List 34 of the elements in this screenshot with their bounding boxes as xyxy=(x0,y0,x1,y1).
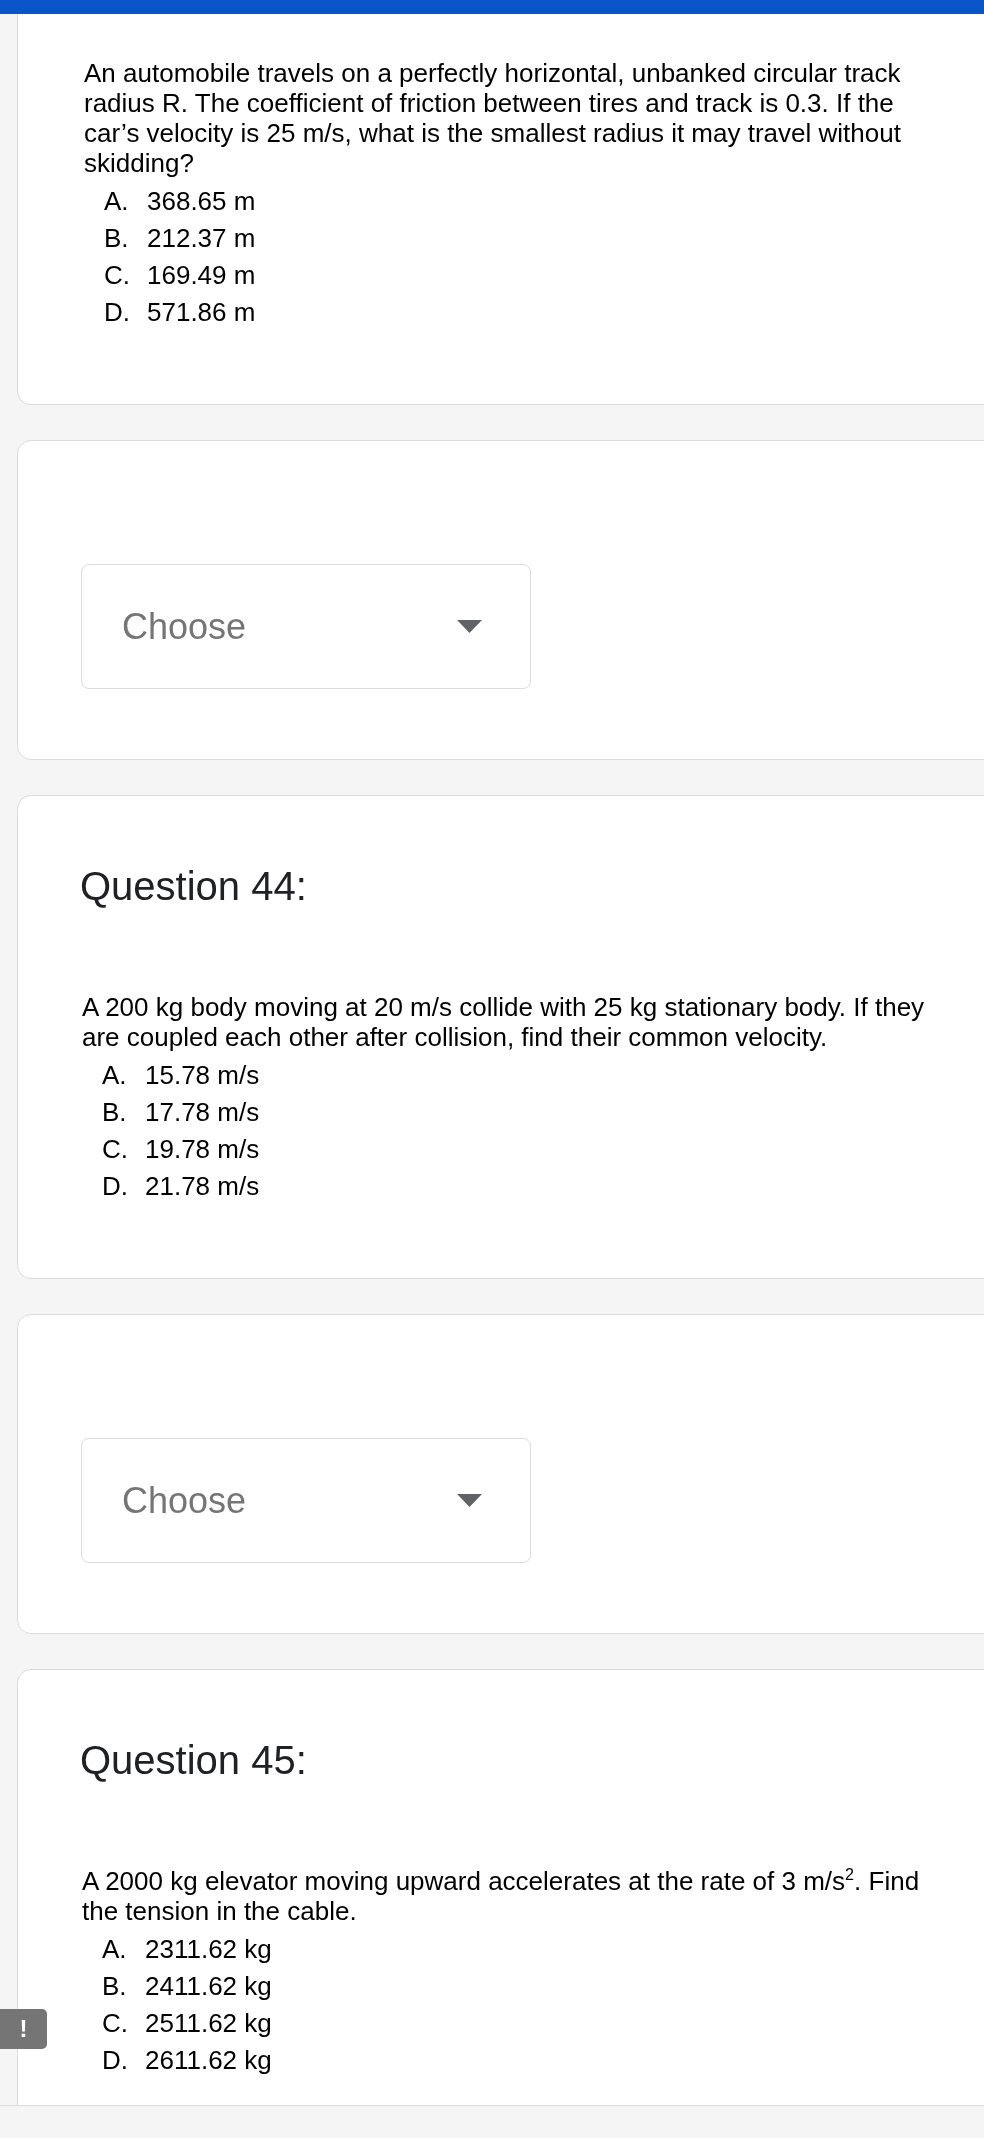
feedback-button[interactable]: ! xyxy=(0,2009,47,2049)
option-letter: C. xyxy=(102,1133,129,1164)
option-letter: B. xyxy=(102,1096,128,1127)
option-letter: C. xyxy=(104,259,131,290)
caret-icon xyxy=(457,620,482,633)
question-text: A 2000 kg elevator moving upward accelerates at the rate of 3 m/s$^{2}$. Find the tension in the cable. xyxy=(82,1866,921,1926)
option-text: 2611.62 kg xyxy=(145,2044,272,2075)
option-letter: D. xyxy=(102,1170,129,1201)
option-text: 368.65 m xyxy=(147,185,256,216)
answer-dropdown[interactable]: Choose xyxy=(81,1438,531,1563)
option-text: 212.37 m xyxy=(147,222,256,253)
option-letter: D. xyxy=(102,2044,129,2075)
answer-dropdown[interactable]: Choose xyxy=(81,564,531,689)
question-heading: Question 44: xyxy=(80,863,308,910)
option-text: 19.78 m/s xyxy=(145,1133,260,1164)
option-text: 15.78 m/s xyxy=(145,1059,260,1090)
option-text: 21.78 m/s xyxy=(145,1170,260,1201)
option-text: 2511.62 kg xyxy=(145,2007,272,2038)
option-text: 2411.62 kg xyxy=(145,1970,272,2001)
option-letter: C. xyxy=(102,2007,129,2038)
option-letter: A. xyxy=(102,1059,128,1090)
option-letter: A. xyxy=(102,1933,128,1964)
option-text: 17.78 m/s xyxy=(145,1096,260,1127)
option-letter: A. xyxy=(104,185,130,216)
question-text: An automobile travels on a perfectly horizontal, unbanked circular track radius R. The coefficient of friction between tires and track is 0.3. If the car’s velocity is 25 m/s, what is the smallest radius it may travel without skidding? xyxy=(84,58,902,178)
option-letter: B. xyxy=(102,1970,128,2001)
option-text: 2311.62 kg xyxy=(145,1933,272,1964)
question-heading: Question 45: xyxy=(80,1737,308,1784)
option-letter: D. xyxy=(104,296,131,327)
question-text: A 200 kg body moving at 20 m/s collide with 25 kg stationary body. If they are coupled each other after collision, find their common velocity. xyxy=(82,992,926,1052)
option-text: 169.49 m xyxy=(147,259,256,290)
option-letter: B. xyxy=(104,222,130,253)
option-text: 571.86 m xyxy=(147,296,256,327)
caret-icon xyxy=(457,1494,482,1507)
